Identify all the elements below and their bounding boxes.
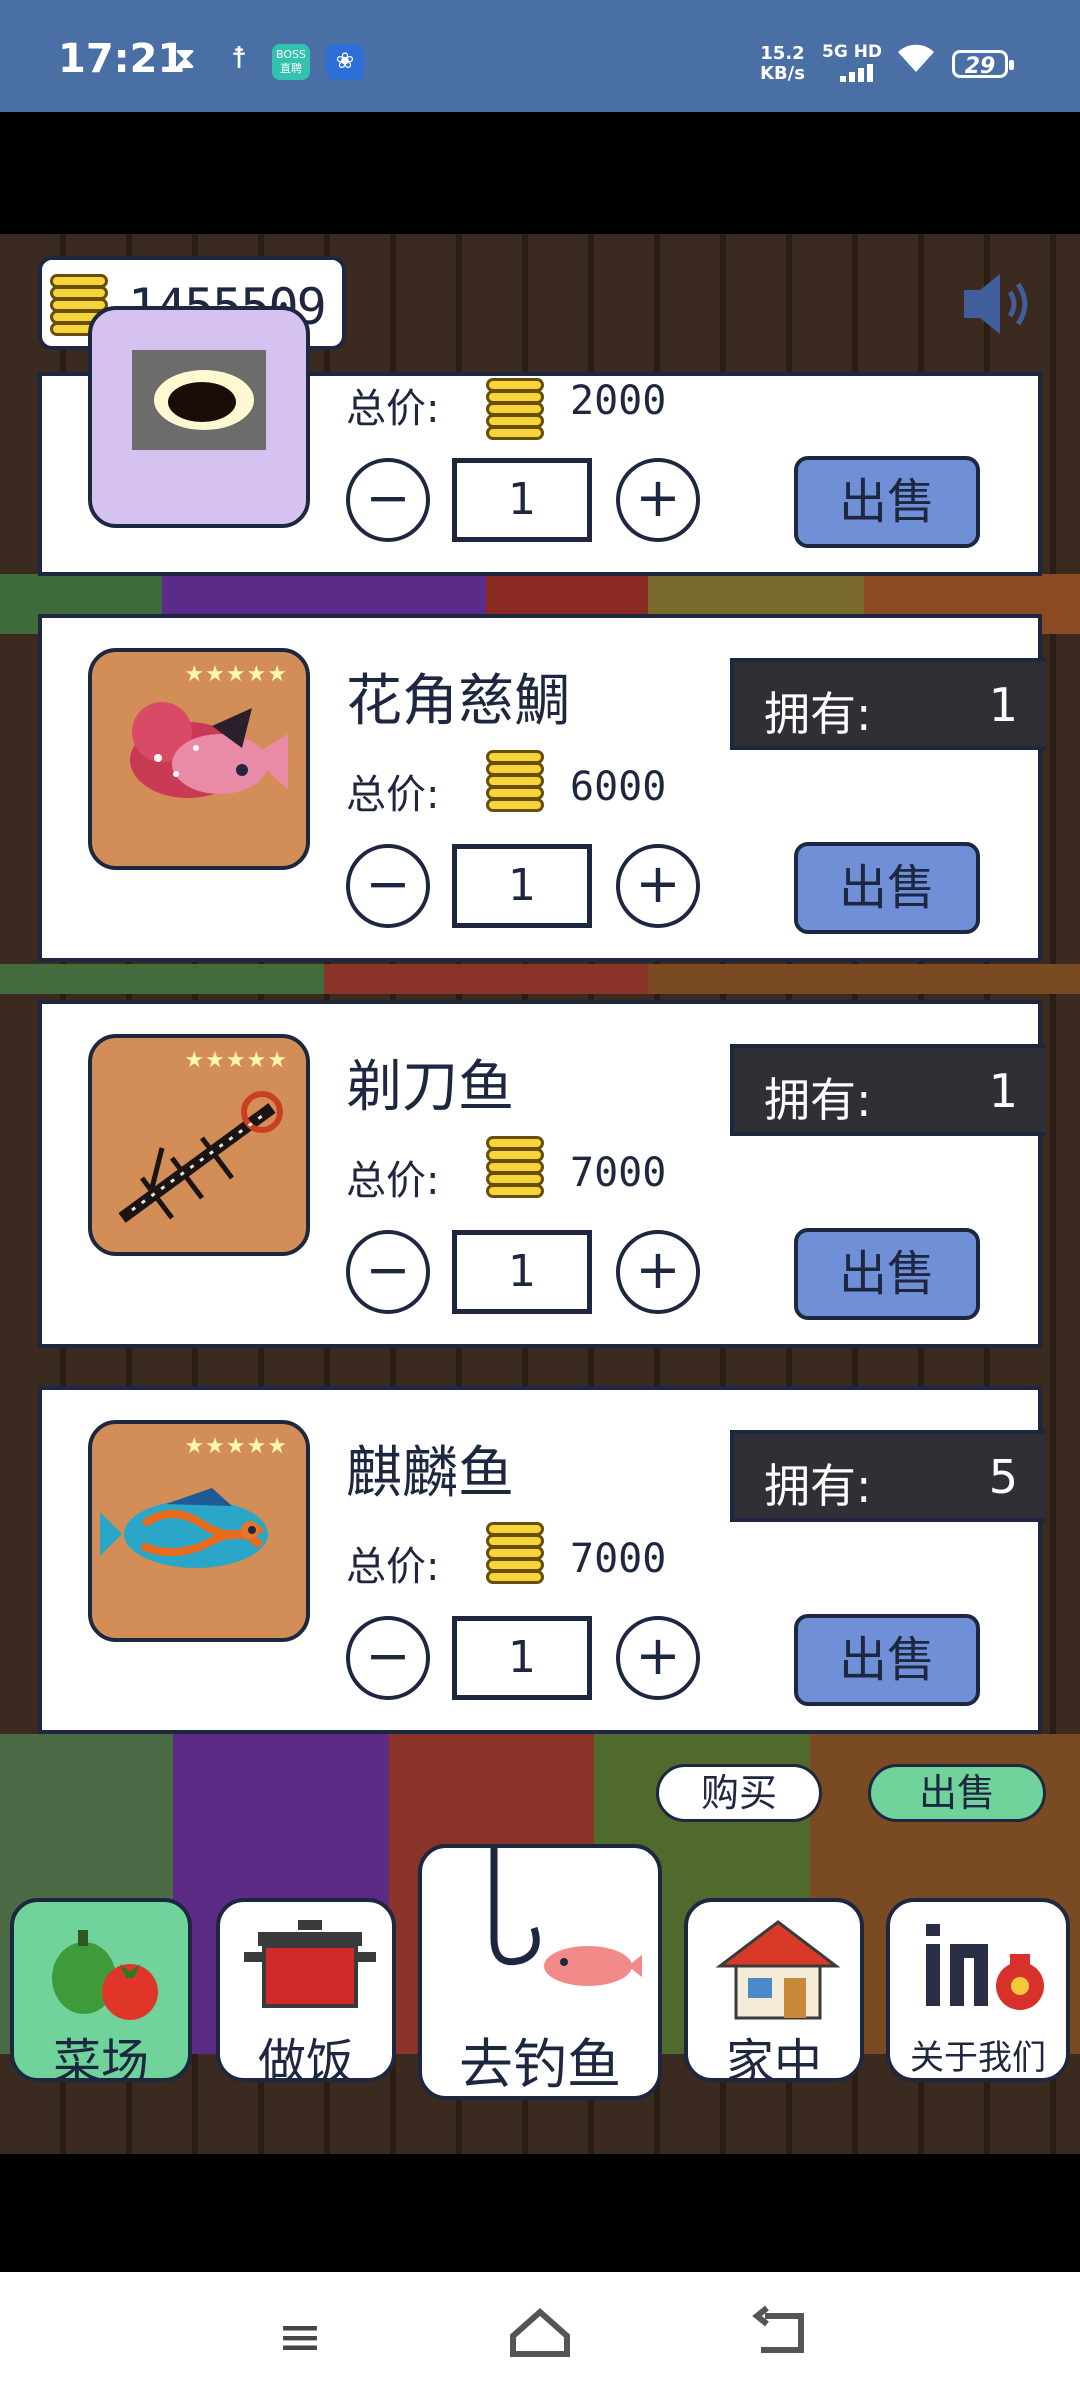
fish-card: ★★★★★ 剃刀鱼 拥有: 1 总价: 7000 − 1 + 出售 xyxy=(38,1000,1046,1348)
home-icon[interactable] xyxy=(500,2302,580,2372)
baidu-paw-icon: ❀ xyxy=(326,44,364,80)
rarity-stars: ★★★★★ xyxy=(184,662,288,687)
vegetable-shelf xyxy=(0,964,1080,994)
increase-button[interactable]: + xyxy=(616,1616,700,1700)
buy-tab[interactable]: 购买 xyxy=(656,1764,822,1822)
coin-icon xyxy=(486,1136,544,1198)
nav-home-button[interactable]: 家中 xyxy=(684,1898,864,2090)
decrease-button[interactable]: − xyxy=(346,1230,430,1314)
owned-label: 拥有: xyxy=(764,687,872,741)
fishing-hook-icon xyxy=(490,1848,642,1986)
decrease-button[interactable]: − xyxy=(346,458,430,542)
hourglass-icon: ⧗ xyxy=(174,41,196,76)
pot-icon xyxy=(244,1920,376,2008)
fish-card: 总价: 2000 − 1 + 出售 xyxy=(38,306,1042,576)
fish-thumbnail: ★★★★★ xyxy=(88,1420,310,1642)
sell-button[interactable]: 出售 xyxy=(794,842,980,934)
status-bar: 17:21 ⧗ ☨ BOSS 直聘 ❀ 15.2 KB/s 5G HD 29 xyxy=(0,0,1080,112)
price-value: 2000 xyxy=(570,378,667,424)
battery-icon: 29 xyxy=(952,50,1014,79)
price-value: 7000 xyxy=(570,1536,667,1582)
owned-label: 拥有: xyxy=(764,1459,872,1513)
price-label: 总价: xyxy=(346,1544,440,1590)
sell-button[interactable]: 出售 xyxy=(794,1228,980,1320)
decrease-button[interactable]: − xyxy=(346,1616,430,1700)
nav-cook-button[interactable]: 做饭 xyxy=(216,1898,396,2090)
nav-market-button[interactable]: 菜场 xyxy=(10,1898,192,2090)
signal-icon xyxy=(840,62,880,82)
quantity-field[interactable]: 1 xyxy=(452,1616,592,1700)
nav-fishing-button[interactable]: 去钓鱼 xyxy=(418,1844,662,2100)
rarity-stars: ★★★★★ xyxy=(184,1434,288,1459)
nav-fishing-label: 去钓鱼 xyxy=(459,2033,621,2096)
sell-button[interactable]: 出售 xyxy=(794,456,980,548)
fish-card: ★★★★★ 麒麟鱼 拥有: 5 总价: 7000 − 1 + 出售 xyxy=(38,1386,1046,1734)
decrease-button[interactable]: − xyxy=(346,844,430,928)
quantity-field[interactable]: 1 xyxy=(452,844,592,928)
owned-value: 1 xyxy=(988,1064,1018,1118)
nav-home-label: 家中 xyxy=(725,2034,822,2090)
quantity-field[interactable]: 1 xyxy=(452,1230,592,1314)
increase-button[interactable]: + xyxy=(616,1230,700,1314)
price-label: 总价: xyxy=(346,386,440,432)
system-nav-bar: ≡ xyxy=(0,2272,1080,2400)
rarity-stars: ★★★★★ xyxy=(184,1048,288,1073)
house-icon xyxy=(715,1920,841,2020)
price-value: 7000 xyxy=(570,1150,667,1196)
price-label: 总价: xyxy=(346,1158,440,1204)
coin-icon xyxy=(486,750,544,812)
nav-about-button[interactable]: 关于我们 xyxy=(886,1898,1070,2082)
price-label: 总价: xyxy=(346,772,440,818)
quantity-field[interactable]: 1 xyxy=(452,458,592,542)
sell-button[interactable]: 出售 xyxy=(794,1614,980,1706)
owned-count: 拥有: 1 xyxy=(730,1044,1046,1136)
increase-button[interactable]: + xyxy=(616,458,700,542)
fish-name: 麒麟鱼 xyxy=(346,1441,514,1506)
owned-label: 拥有: xyxy=(764,1073,872,1127)
vegetables-icon xyxy=(52,1930,158,2020)
battery-level: 29 xyxy=(964,54,996,79)
sell-tab[interactable]: 出售 xyxy=(868,1764,1046,1822)
increase-button[interactable]: + xyxy=(616,844,700,928)
fish-thumbnail xyxy=(88,306,310,528)
owned-value: 1 xyxy=(988,678,1018,732)
network-speed: 15.2 KB/s xyxy=(760,43,805,84)
nav-cook-label: 做饭 xyxy=(257,2034,354,2090)
nav-market-label: 菜场 xyxy=(52,2034,149,2090)
back-icon[interactable] xyxy=(740,2302,820,2372)
clock: 17:21 xyxy=(58,36,186,82)
sound-toggle-icon[interactable] xyxy=(958,264,1038,344)
fish-name: 剃刀鱼 xyxy=(346,1055,514,1120)
wifi-icon xyxy=(896,40,936,83)
price-value: 6000 xyxy=(570,764,667,810)
nav-about-label: 关于我们 xyxy=(910,2038,1046,2078)
boss-app-icon: BOSS 直聘 xyxy=(272,44,310,80)
fish-card: ★★★★★ 花角慈鯛 拥有: 1 总价: 6000 − 1 + 出售 xyxy=(38,614,1046,962)
coin-icon xyxy=(486,1522,544,1584)
fish-thumbnail: ★★★★★ xyxy=(88,648,310,870)
accessibility-icon: ☨ xyxy=(230,41,248,76)
owned-count: 拥有: 5 xyxy=(730,1430,1046,1522)
owned-count: 拥有: 1 xyxy=(730,658,1046,750)
fish-thumbnail: ★★★★★ xyxy=(88,1034,310,1256)
menu-icon[interactable]: ≡ xyxy=(260,2302,340,2372)
network-type: 5G HD xyxy=(822,42,883,62)
coin-icon xyxy=(486,378,544,440)
owned-value: 5 xyxy=(988,1450,1018,1504)
fish-name: 花角慈鯛 xyxy=(346,669,570,734)
about-logo-icon xyxy=(926,1924,1044,2010)
